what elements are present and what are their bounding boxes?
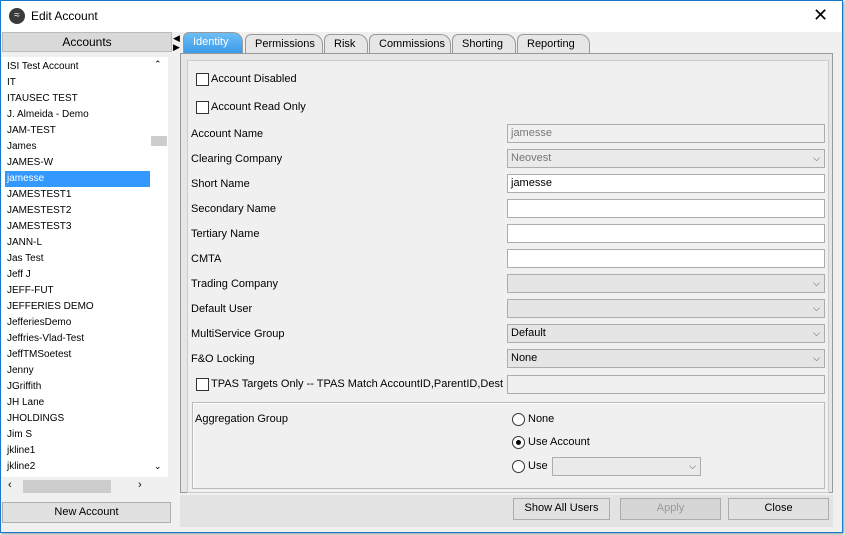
f-o-locking-value: None [511,352,538,364]
default-user-combo[interactable]: ⌵ [507,299,825,318]
use-aggregation-combo[interactable]: ⌵ [552,457,701,476]
clearing-company-value: Neovest [511,152,552,164]
clearing-company-combo[interactable]: Neovest ⌵ [507,149,825,168]
aggregation-group-label: Aggregation Group [195,413,288,425]
secondary-name-field[interactable] [507,199,825,218]
vertical-scrollbar[interactable]: ⌃ ⌄ [150,57,168,477]
secondary-name-label: Secondary Name [191,203,276,215]
scroll-up-icon[interactable]: ⌃ [154,59,162,70]
account-name-value: jamesse [511,127,552,139]
chevron-down-icon: ⌵ [813,278,820,288]
accounts-list[interactable]: ISI Test Account IT ITAUSEC TEST J. Almeida… [2,57,168,477]
account-list-item[interactable]: JH Lane [5,395,151,411]
radio-use[interactable] [512,460,525,473]
account-list-item[interactable]: jkline2 [5,459,151,475]
account-list-item[interactable]: J. Almeida - Demo [5,107,151,123]
chevron-down-icon: ⌵ [813,153,820,163]
default-user-label: Default User [191,303,253,315]
radio-none[interactable] [512,413,525,426]
show-all-users-button[interactable]: Show All Users [513,498,610,520]
window-title: Edit Account [31,9,98,23]
close-icon[interactable]: ✕ [813,5,828,25]
multiservice-group-label: MultiService Group [191,328,285,340]
tertiary-name-field[interactable] [507,224,825,243]
account-list-item[interactable]: Jeffries-Vlad-Test [5,331,151,347]
accounts-header: Accounts [2,32,172,52]
account-list-item[interactable]: JeffTMSoetest [5,347,151,363]
tab-identity[interactable]: Identity [183,32,243,53]
scroll-left-icon[interactable]: ‹ [8,479,12,491]
tab-reporting[interactable]: Reporting [517,34,590,53]
tab-permissions[interactable]: Permissions [245,34,323,53]
trading-company-label: Trading Company [191,278,279,290]
account-list-item[interactable]: IT [5,75,151,91]
account-list-item[interactable]: JANN-L [5,235,151,251]
account-list-item[interactable]: JefferiesDemo [5,315,151,331]
account-disabled-checkbox[interactable] [196,73,209,86]
account-list-item[interactable]: JAM-TEST [5,123,151,139]
chevron-down-icon: ⌵ [689,461,696,471]
chevron-down-icon: ⌵ [813,328,820,338]
close-button[interactable]: Close [728,498,829,520]
tpas-targets-label: TPAS Targets Only -- TPAS Match AccountI… [211,378,504,390]
account-list-item[interactable]: JAMES-W [5,155,151,171]
short-name-label: Short Name [191,178,250,190]
tertiary-name-label: Tertiary Name [191,228,260,240]
clearing-company-label: Clearing Company [191,153,283,165]
account-list-item[interactable]: Jim S [5,427,151,443]
account-list-item[interactable]: JEFF-FUT [5,283,151,299]
account-name-label: Account Name [191,128,264,140]
account-list-item[interactable]: JEFFERIES DEMO [5,299,151,315]
new-account-button[interactable]: New Account [2,502,171,523]
account-list-item[interactable]: JAMESTEST2 [5,203,151,219]
multiservice-group-value: Default [511,327,546,339]
f-o-locking-label: F&O Locking [191,353,255,365]
short-name-value: jamesse [511,177,552,189]
account-read-only-checkbox[interactable] [196,101,209,114]
cmta-field[interactable] [507,249,825,268]
account-name-field[interactable]: jamesse [507,124,825,143]
account-list-item[interactable]: James [5,139,151,155]
tab-shorting[interactable]: Shorting [452,34,516,53]
account-list-item[interactable]: JHOLDINGS [5,411,151,427]
vertical-scroll-thumb[interactable] [151,136,167,146]
app-logo-icon: ≈ [9,8,25,24]
account-list-item[interactable]: ISI Test Account [5,59,151,75]
account-list-item[interactable]: jamesse [5,171,151,187]
tab-risk[interactable]: Risk [324,34,368,53]
f-o-locking-combo[interactable]: None ⌵ [507,349,825,368]
radio-use-account-label: Use Account [528,436,590,448]
tpas-field[interactable] [507,375,825,394]
account-list-item[interactable]: ITAUSEC TEST [5,91,151,107]
short-name-field[interactable]: jamesse [507,174,825,193]
tpas-targets-checkbox[interactable] [196,378,209,391]
scroll-right-icon[interactable]: › [138,479,142,491]
tab-commissions[interactable]: Commissions [369,34,451,53]
chevron-down-icon: ⌵ [813,353,820,363]
account-list-item[interactable]: Jenny [5,363,151,379]
splitter-collapse-icon[interactable]: ◀ ▶ [173,34,180,52]
trading-company-combo[interactable]: ⌵ [507,274,825,293]
horizontal-scroll-thumb[interactable] [23,480,111,493]
radio-use-account[interactable] [512,436,525,449]
account-list-item[interactable]: jkline1 [5,443,151,459]
scroll-down-icon[interactable]: ⌄ [154,461,162,472]
account-list-item[interactable]: JGriffith [5,379,151,395]
radio-none-label: None [528,413,555,425]
chevron-down-icon: ⌵ [813,303,820,313]
multiservice-group-combo[interactable]: Default ⌵ [507,324,825,343]
account-list-item[interactable]: JAMESTEST1 [5,187,151,203]
account-read-only-label: Account Read Only [211,101,306,113]
account-disabled-label: Account Disabled [211,73,297,85]
title-bar: ≈ Edit Account ✕ [1,1,842,32]
radio-use-label: Use [528,460,548,472]
account-list-item[interactable]: Jas Test [5,251,151,267]
account-list-item[interactable]: Jeff J [5,267,151,283]
apply-button[interactable]: Apply [620,498,721,520]
cmta-label: CMTA [191,253,222,265]
account-list-item[interactable]: JAMESTEST3 [5,219,151,235]
